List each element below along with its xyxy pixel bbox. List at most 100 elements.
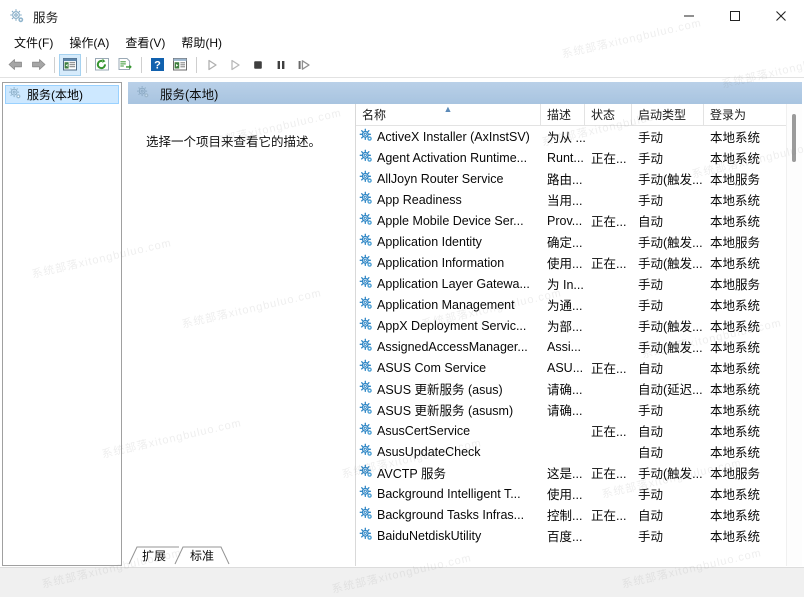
- show-hide-action-pane-icon[interactable]: [169, 54, 191, 76]
- table-row[interactable]: AssignedAccessManager... Assi... 手动(触发... 本…: [356, 336, 802, 357]
- cell-service-name: AsusUpdateCheck: [356, 441, 541, 462]
- cell-startup-type: 手动: [638, 131, 664, 145]
- help-icon[interactable]: ?: [146, 54, 168, 76]
- cell-startup-type: 手动(触发...: [638, 320, 703, 334]
- cell-startup-type: 手动(触发...: [638, 257, 703, 271]
- table-row[interactable]: App Readiness 当用... 手动 本地系统: [356, 189, 802, 210]
- table-row[interactable]: AVCTP 服务 这是... 正在... 手动(触发... 本地服务: [356, 462, 802, 483]
- column-header-description-label: 描述: [547, 108, 572, 122]
- resume-service-icon[interactable]: [224, 54, 246, 76]
- service-gear-icon: [359, 401, 373, 418]
- cell-startup-type: 自动: [638, 509, 664, 523]
- toolbar-separator-2: [86, 56, 87, 73]
- cell-startup-type: 手动: [638, 194, 664, 208]
- cell-status: 正在...: [591, 509, 627, 523]
- back-icon[interactable]: [4, 54, 26, 76]
- services-list-view[interactable]: 名称 ▲ 描述 状态 启动类型 登录为 ActiveX Installer (A…: [356, 104, 802, 566]
- cell-status: [585, 378, 632, 399]
- close-button[interactable]: [758, 0, 804, 32]
- stop-service-icon[interactable]: [247, 54, 269, 76]
- menu-help[interactable]: 帮助(H): [173, 32, 230, 53]
- table-row[interactable]: AppX Deployment Servic... 为部... 手动(触发... 本地…: [356, 315, 802, 336]
- table-row[interactable]: ASUS Com Service ASU... 正在... 自动 本地系统: [356, 357, 802, 378]
- cell-service-name: ASUS Com Service: [356, 357, 541, 378]
- forward-icon[interactable]: [27, 54, 49, 76]
- view-tabs: 扩展 标准: [128, 546, 804, 566]
- column-header-name-label: 名称: [362, 108, 387, 122]
- cell-description: [541, 420, 585, 441]
- service-name-label: ASUS 更新服务 (asus): [377, 383, 503, 397]
- table-row[interactable]: ASUS 更新服务 (asus) 请确... 自动(延迟... 本地系统: [356, 378, 802, 399]
- menu-view[interactable]: 查看(V): [117, 32, 173, 53]
- table-row[interactable]: BaiduNetdiskUtility 百度... 手动 本地系统: [356, 525, 802, 546]
- minimize-button[interactable]: [666, 0, 712, 32]
- sidebar-item-services-local[interactable]: 服务(本地): [5, 85, 119, 104]
- restart-service-icon[interactable]: [293, 54, 315, 76]
- tab-standard[interactable]: 标准: [174, 546, 230, 565]
- service-name-label: ASUS Com Service: [377, 360, 487, 375]
- service-name-label: App Readiness: [377, 192, 462, 207]
- service-name-label: Application Layer Gatewa...: [377, 276, 530, 291]
- cell-startup-type: 手动: [638, 404, 664, 418]
- service-gear-icon: [359, 212, 373, 229]
- maximize-button[interactable]: [712, 0, 758, 32]
- list-vertical-scrollbar[interactable]: [786, 104, 802, 566]
- cell-service-name: Application Identity: [356, 231, 541, 252]
- refresh-icon[interactable]: [91, 54, 113, 76]
- cell-log-on-as: 本地系统: [710, 404, 761, 418]
- table-row[interactable]: AllJoyn Router Service 路由... 手动(触发... 本地服务: [356, 168, 802, 189]
- cell-startup-type: 手动(触发...: [638, 236, 703, 250]
- pause-service-icon[interactable]: [270, 54, 292, 76]
- table-row[interactable]: AsusUpdateCheck 自动 本地系统: [356, 441, 802, 462]
- table-row[interactable]: Application Management 为通... 手动 本地系统: [356, 294, 802, 315]
- cell-status: 正在...: [591, 362, 627, 376]
- cell-status: 正在...: [591, 152, 627, 166]
- table-row[interactable]: Apple Mobile Device Ser... Prov... 正在... 自动…: [356, 210, 802, 231]
- cell-description: 控制...: [547, 509, 583, 523]
- start-service-icon[interactable]: [201, 54, 223, 76]
- cell-status: [585, 231, 632, 252]
- cell-log-on-as: 本地系统: [710, 341, 761, 355]
- service-name-label: Application Information: [377, 255, 505, 270]
- cell-log-on-as: 本地系统: [710, 194, 761, 208]
- service-gear-icon: [359, 170, 373, 187]
- tab-extended[interactable]: 扩展: [128, 546, 180, 565]
- column-header-description[interactable]: 描述: [541, 104, 585, 125]
- column-header-log-on-as[interactable]: 登录为: [704, 104, 782, 125]
- scrollbar-thumb[interactable]: [792, 114, 796, 162]
- cell-startup-type: 手动: [638, 299, 664, 313]
- cell-service-name: App Readiness: [356, 189, 541, 210]
- toolbar-separator-4: [196, 56, 197, 73]
- table-row[interactable]: Background Intelligent T... 使用... 手动 本地系统: [356, 483, 802, 504]
- cell-status: [585, 294, 632, 315]
- service-gear-icon: [359, 464, 373, 481]
- table-row[interactable]: AsusCertService 正在... 自动 本地系统: [356, 420, 802, 441]
- table-row[interactable]: Agent Activation Runtime... Runt... 正在... 手…: [356, 147, 802, 168]
- cell-description: 使用...: [547, 488, 583, 502]
- cell-log-on-as: 本地系统: [710, 509, 761, 523]
- service-name-label: Background Tasks Infras...: [377, 507, 525, 522]
- cell-service-name: Agent Activation Runtime...: [356, 147, 541, 168]
- cell-description: Prov...: [547, 213, 583, 228]
- cell-description: 为部...: [547, 320, 583, 334]
- table-row[interactable]: Background Tasks Infras... 控制... 正在... 自动 本地…: [356, 504, 802, 525]
- cell-description: 使用...: [547, 257, 583, 271]
- column-header-status[interactable]: 状态: [585, 104, 632, 125]
- cell-log-on-as: 本地系统: [710, 320, 761, 334]
- table-row[interactable]: Application Information 使用... 正在... 手动(触发..…: [356, 252, 802, 273]
- menu-file[interactable]: 文件(F): [6, 32, 61, 53]
- export-list-icon[interactable]: [114, 54, 136, 76]
- show-hide-console-tree-icon[interactable]: [59, 53, 81, 76]
- cell-startup-type: 手动: [638, 278, 664, 292]
- table-row[interactable]: Application Layer Gatewa... 为 In... 手动 本地服务: [356, 273, 802, 294]
- cell-log-on-as: 本地服务: [710, 467, 761, 481]
- table-row[interactable]: ActiveX Installer (AxInstSV) 为从 ... 手动 本地系统: [356, 126, 802, 147]
- service-name-label: Agent Activation Runtime...: [377, 150, 528, 165]
- table-row[interactable]: ASUS 更新服务 (asusm) 请确... 手动 本地系统: [356, 399, 802, 420]
- cell-service-name: ASUS 更新服务 (asusm): [356, 399, 541, 420]
- menu-action[interactable]: 操作(A): [61, 32, 117, 53]
- table-row[interactable]: Application Identity 确定... 手动(触发... 本地服务: [356, 231, 802, 252]
- column-header-startup-type[interactable]: 启动类型: [632, 104, 704, 125]
- column-header-name[interactable]: 名称 ▲: [356, 104, 541, 125]
- toolbar-separator-1: [54, 56, 55, 73]
